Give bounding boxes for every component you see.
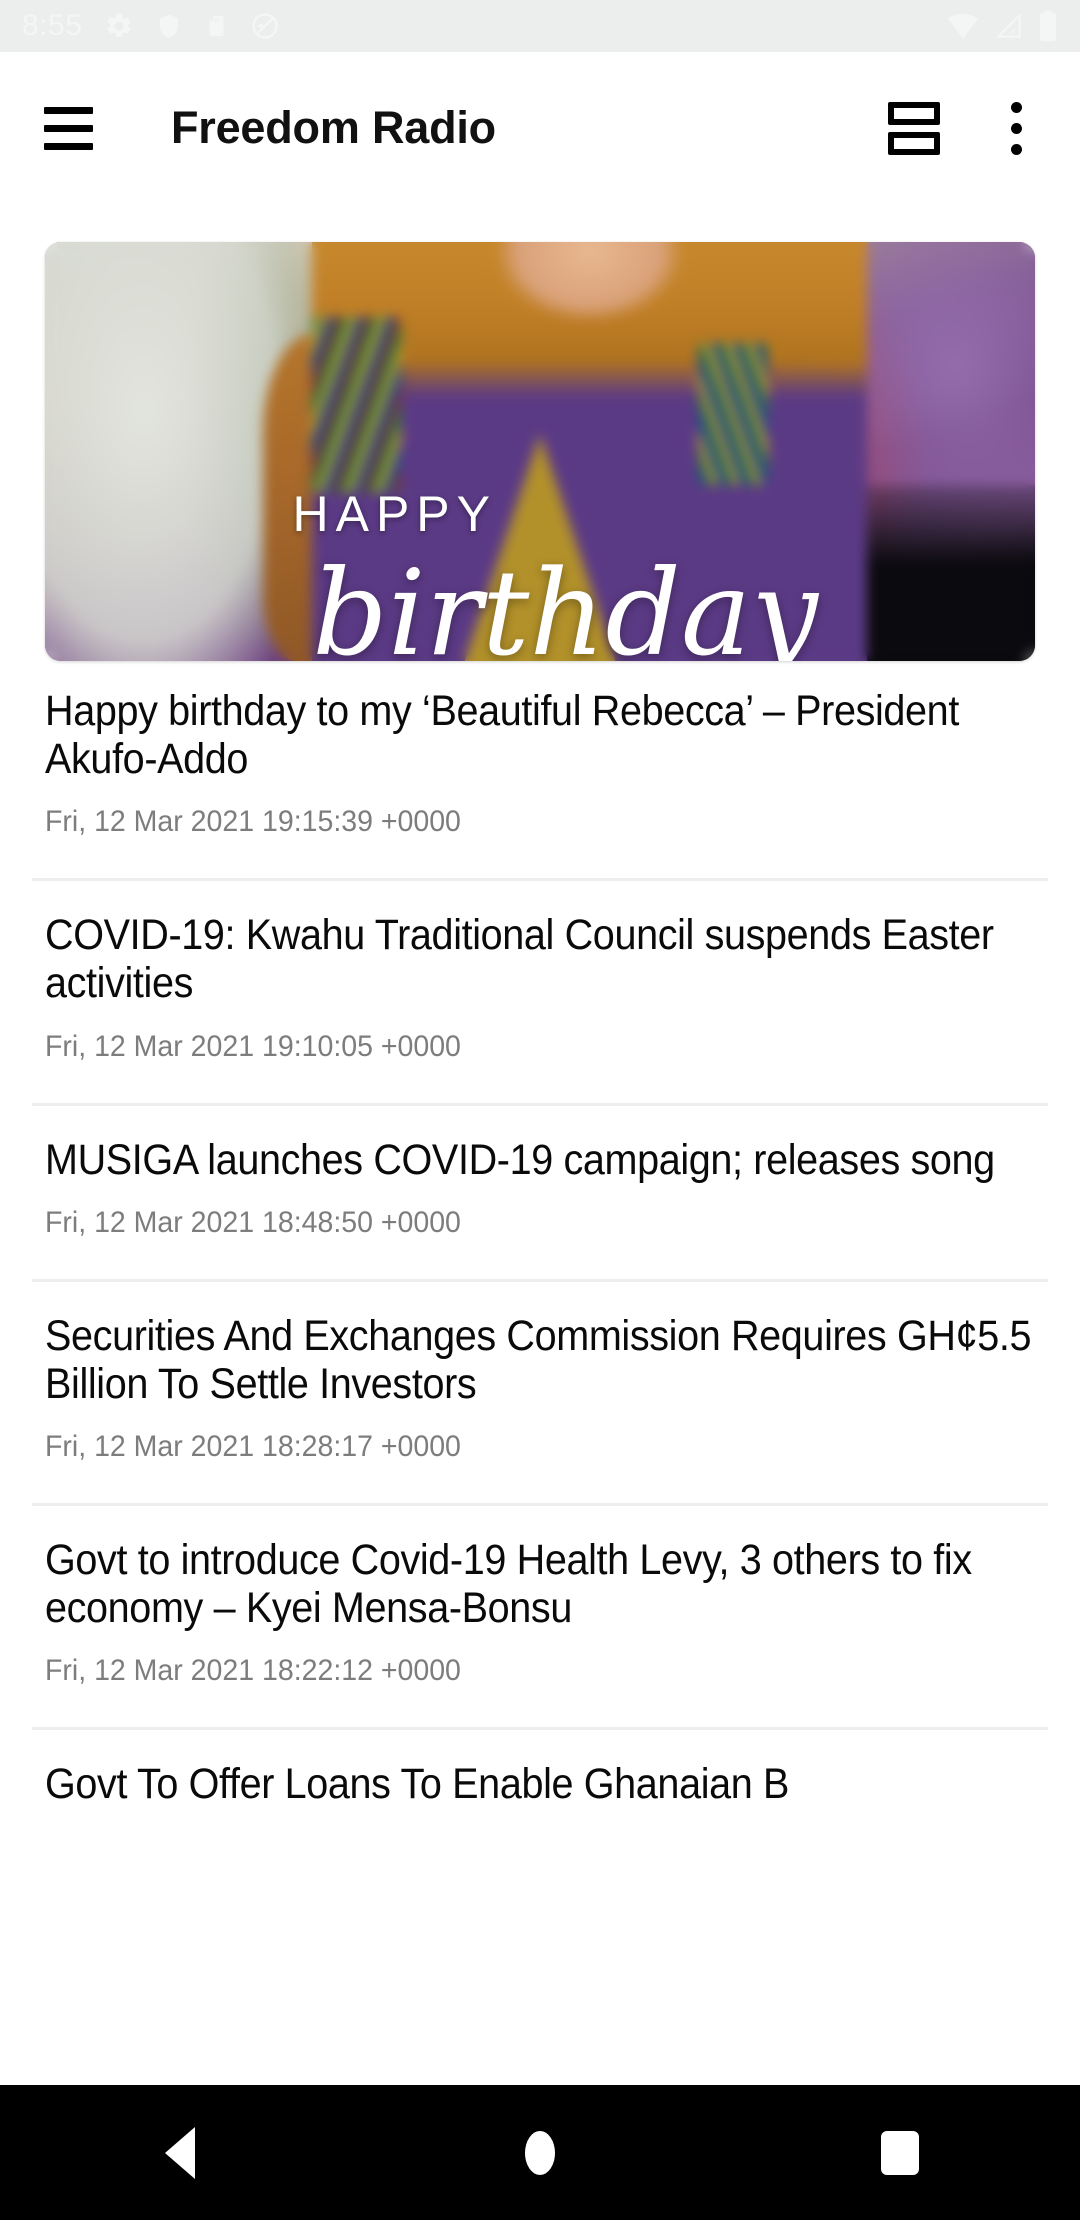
list-item[interactable]: Securities And Exchanges Commission Requ… (0, 1282, 1080, 1463)
back-button[interactable] (100, 2085, 260, 2220)
article-title: Govt to introduce Covid-19 Health Levy, … (45, 1536, 972, 1633)
cellular-signal-icon (994, 11, 1024, 41)
more-vertical-icon (1010, 101, 1022, 155)
status-bar: 8:55 (0, 0, 1080, 52)
layout-toggle-button[interactable] (868, 82, 960, 174)
article-date: Fri, 12 Mar 2021 19:10:05 +0000 (45, 1029, 461, 1063)
list-item[interactable]: COVID-19: Kwahu Traditional Council susp… (0, 881, 1080, 1062)
article-title: COVID-19: Kwahu Traditional Council susp… (45, 911, 994, 1008)
status-bar-right (946, 10, 1058, 42)
article-date: Fri, 12 Mar 2021 18:28:17 +0000 (45, 1430, 461, 1464)
hero-image (45, 242, 1035, 661)
article-date: Fri, 12 Mar 2021 19:15:39 +0000 (45, 805, 461, 839)
back-triangle-icon (165, 2126, 195, 2179)
status-bar-clock: 8:55 (22, 9, 83, 42)
recents-square-icon (881, 2130, 919, 2175)
sd-card-icon (204, 11, 228, 41)
home-button[interactable] (460, 2085, 620, 2220)
no-sound-icon (250, 11, 280, 41)
list-item[interactable]: Happy birthday to my ‘Beautiful Rebecca’… (0, 661, 1080, 838)
recents-button[interactable] (820, 2085, 980, 2220)
app-bar: Freedom Radio (0, 52, 1080, 204)
page-title: Freedom Radio (171, 102, 496, 153)
hamburger-menu-icon[interactable] (22, 82, 114, 174)
overflow-menu-button[interactable] (970, 82, 1062, 174)
article-date: Fri, 12 Mar 2021 18:22:12 +0000 (45, 1654, 461, 1688)
shield-icon (156, 11, 182, 41)
home-circle-icon (525, 2130, 555, 2175)
battery-icon (1038, 10, 1058, 42)
app-bar-actions (868, 82, 1080, 174)
hero-image-card[interactable]: HAPPY birthday (45, 242, 1035, 661)
list-layout-toggle-icon (888, 101, 940, 155)
status-bar-left: 8:55 (22, 9, 280, 43)
wifi-icon (946, 11, 980, 41)
article-title: Govt To Offer Loans To Enable Ghanaian B (45, 1760, 790, 1809)
article-title: Securities And Exchanges Commission Requ… (45, 1311, 1032, 1408)
gear-icon (104, 11, 134, 41)
article-title: Happy birthday to my ‘Beautiful Rebecca’… (45, 687, 959, 784)
list-item[interactable]: MUSIGA launches COVID-19 campaign; relea… (0, 1106, 1080, 1239)
list-item[interactable]: Govt To Offer Loans To Enable Ghanaian B (0, 1730, 1080, 1808)
android-navigation-bar (0, 2085, 1080, 2220)
article-date: Fri, 12 Mar 2021 18:48:50 +0000 (45, 1205, 461, 1239)
app-screen: 8:55 Freedom Radio HAPPY birthday Happy … (0, 0, 1080, 2220)
list-item[interactable]: Govt to introduce Covid-19 Health Levy, … (0, 1506, 1080, 1687)
article-list[interactable]: HAPPY birthday Happy birthday to my ‘Bea… (0, 204, 1080, 2220)
article-title: MUSIGA launches COVID-19 campaign; relea… (45, 1135, 995, 1184)
